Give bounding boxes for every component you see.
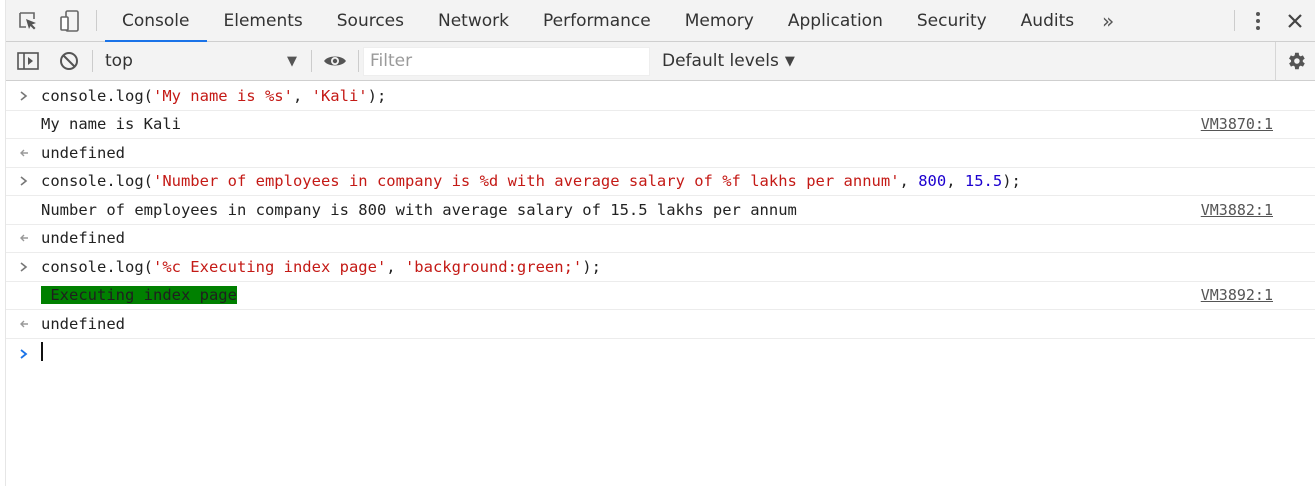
- panel-tabs: Console Elements Sources Network Perform…: [105, 0, 1091, 42]
- console-result-row: undefined: [6, 225, 1315, 253]
- customize-menu-icon[interactable]: [1241, 0, 1275, 41]
- close-icon[interactable]: [1275, 0, 1315, 41]
- inspect-element-icon[interactable]: [6, 0, 50, 41]
- toolbar-separator: [311, 50, 312, 72]
- tab-network[interactable]: Network: [421, 0, 526, 41]
- console-toolbar: top ▼ Filter Default levels ▼: [6, 42, 1315, 81]
- toolbar-separator: [1234, 10, 1235, 31]
- result-arrow-icon: [6, 318, 41, 330]
- tabbar-right: [1228, 0, 1315, 41]
- toolbar-separator: [92, 50, 93, 72]
- filter-input[interactable]: Filter: [363, 46, 650, 76]
- tab-elements[interactable]: Elements: [207, 0, 320, 41]
- console-result-row: undefined: [6, 310, 1315, 339]
- text-caret: [41, 342, 43, 361]
- result-arrow-icon: [6, 147, 41, 159]
- context-selector[interactable]: top ▼: [97, 42, 307, 80]
- input-chevron-icon: [6, 175, 41, 187]
- tab-memory[interactable]: Memory: [668, 0, 771, 41]
- console-settings-gear-icon[interactable]: [1275, 42, 1315, 80]
- more-tabs-icon[interactable]: »: [1091, 0, 1125, 41]
- result-value: undefined: [41, 314, 125, 333]
- dropdown-arrow-icon: ▼: [287, 53, 297, 69]
- prompt-input[interactable]: [41, 342, 43, 365]
- prompt-chevron-icon: [6, 348, 41, 360]
- console-log-row: My name is Kali VM3870:1: [6, 111, 1315, 139]
- result-value: undefined: [41, 229, 125, 248]
- source-link[interactable]: VM3892:1: [1201, 286, 1273, 304]
- result-arrow-icon: [6, 232, 41, 244]
- log-message: Number of employees in company is 800 wi…: [41, 200, 797, 219]
- toolbar-separator: [96, 10, 97, 31]
- source-link[interactable]: VM3870:1: [1201, 115, 1273, 133]
- console-log-row: Number of employees in company is 800 wi…: [6, 196, 1315, 225]
- result-value: undefined: [41, 143, 125, 162]
- tab-console[interactable]: Console: [105, 0, 207, 42]
- device-toolbar-icon[interactable]: [50, 0, 88, 41]
- console-input-row: console.log('Number of employees in comp…: [6, 168, 1315, 196]
- dropdown-arrow-icon: ▼: [784, 53, 795, 69]
- show-sidebar-icon[interactable]: [6, 51, 50, 71]
- console-prompt[interactable]: [6, 339, 1315, 369]
- tab-sources[interactable]: Sources: [320, 0, 421, 41]
- toolbar-separator: [358, 50, 359, 72]
- command-text: console.log('Number of employees in comp…: [41, 172, 1021, 191]
- console-log-row: Executing index page VM3892:1: [6, 282, 1315, 310]
- input-chevron-icon: [6, 261, 41, 273]
- tab-application[interactable]: Application: [771, 0, 900, 41]
- command-text: console.log('My name is %s', 'Kali');: [41, 86, 387, 105]
- log-levels-label: Default levels: [662, 51, 779, 71]
- source-link[interactable]: VM3882:1: [1201, 201, 1273, 219]
- context-value: top: [105, 51, 133, 71]
- styled-log-text: Executing index page: [41, 286, 237, 305]
- clear-console-icon[interactable]: [50, 50, 88, 72]
- log-levels-dropdown[interactable]: Default levels ▼: [662, 51, 795, 71]
- console-result-row: undefined: [6, 139, 1315, 168]
- console-output: console.log('My name is %s', 'Kali'); My…: [6, 82, 1315, 369]
- tab-audits[interactable]: Audits: [1004, 0, 1091, 41]
- input-chevron-icon: [6, 90, 41, 102]
- console-input-row: console.log('%c Executing index page', '…: [6, 253, 1315, 282]
- command-text: console.log('%c Executing index page', '…: [41, 257, 601, 276]
- log-message: My name is Kali: [41, 115, 181, 134]
- log-message: Executing index page: [41, 286, 237, 305]
- tab-security[interactable]: Security: [900, 0, 1004, 41]
- tab-performance[interactable]: Performance: [526, 0, 668, 41]
- live-expression-eye-icon[interactable]: [316, 52, 354, 70]
- console-input-row: console.log('My name is %s', 'Kali');: [6, 82, 1315, 111]
- devtools-tabbar: Console Elements Sources Network Perform…: [6, 0, 1315, 42]
